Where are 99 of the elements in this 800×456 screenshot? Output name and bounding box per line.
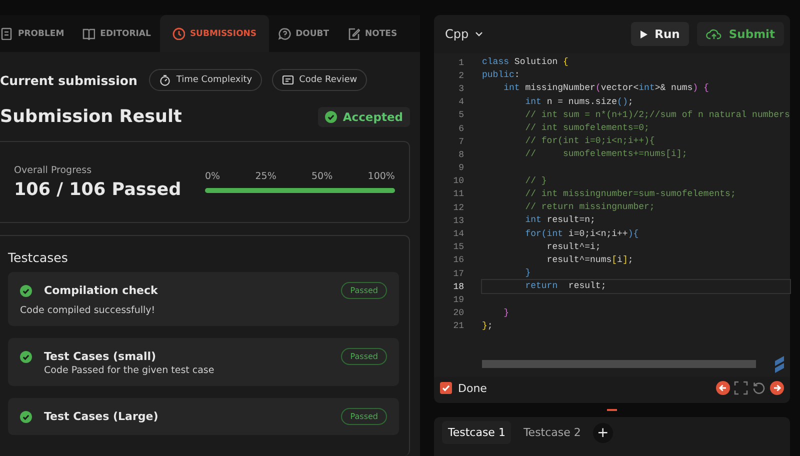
code-line[interactable]: int result=n; (482, 214, 790, 228)
checkbox[interactable] (440, 382, 452, 394)
chip-button[interactable]: Time Complexity (149, 69, 262, 91)
chat-bubble-icon (278, 27, 291, 40)
stopwatch-icon (159, 74, 172, 86)
line-number: 8 (458, 150, 464, 160)
stripes-logo-icon (772, 355, 786, 373)
line-number: 3 (458, 84, 464, 94)
line-number: 1 (458, 58, 464, 68)
submit-button[interactable]: Submit (696, 22, 784, 46)
line-number: 21 (452, 321, 464, 332)
checkmark-icon (441, 383, 451, 393)
check-circle-icon (20, 284, 32, 296)
section-heading: Current submission (0, 72, 138, 88)
status-pill: Passed (341, 282, 387, 299)
line-number: 19 (452, 294, 464, 305)
check-circle-icon (20, 350, 32, 362)
fullscreen-icon (734, 381, 748, 395)
tab[interactable]: DOUBT (268, 15, 338, 52)
code-line[interactable]: // int missingnumber=sum-sumofelements; (482, 188, 790, 201)
next-icon (770, 381, 784, 395)
cloud-upload-icon (706, 28, 722, 40)
testcase-description: Code Passed for the given test case (44, 365, 216, 376)
play-icon (640, 30, 648, 38)
language-dropdown[interactable]: Cpp (445, 27, 483, 41)
previous-icon (716, 381, 730, 395)
tick-label: 100% (368, 171, 395, 182)
result-title: Submission Result (0, 107, 182, 127)
code-line[interactable]: result^=nums[i]; (482, 254, 790, 267)
testcase-title: Compilation check (44, 284, 159, 297)
code-line[interactable]: public: (482, 69, 790, 82)
tick-label: 0% (205, 171, 220, 182)
fullscreen-button[interactable] (734, 381, 748, 395)
tab[interactable]: PROBLEM (0, 15, 74, 52)
clock-icon (172, 27, 185, 40)
code-line[interactable]: // return missingnumber; (482, 201, 790, 214)
line-number: 15 (452, 242, 464, 252)
reset-icon (752, 381, 766, 395)
note-edit-icon (347, 27, 360, 40)
line-number: 11 (452, 189, 464, 200)
check-circle-icon (324, 111, 337, 123)
line-number: 5 (458, 110, 464, 120)
code-line[interactable]: } (482, 267, 790, 280)
line-number: 16 (452, 255, 464, 266)
testcase-tab[interactable]: Testcase 2 (517, 421, 587, 444)
line-number: 12 (452, 202, 464, 213)
code-line[interactable]: // int sumofelements=0; (482, 122, 790, 136)
status-badge: Accepted (318, 107, 410, 127)
code-line[interactable]: } (482, 306, 790, 320)
line-number: 4 (458, 97, 464, 108)
run-button[interactable]: Run (630, 22, 689, 46)
code-line[interactable]: // sumofelements+=nums[i]; (482, 148, 790, 162)
checkbox-label: Done (458, 382, 487, 394)
line-number: 7 (458, 136, 464, 147)
code-line[interactable]: for(int i=0;i<n;i++){ (482, 228, 790, 241)
scrollbar[interactable] (482, 360, 756, 368)
code-line[interactable]: // for(int i=0;i<n;i++){ (482, 135, 790, 148)
testcase-title: Test Cases (Large) (44, 410, 160, 423)
code-line[interactable]: // int sum = n*(n+1)/2;//sum of n natural numbers (482, 108, 790, 122)
tab[interactable]: SUBMISSIONS (160, 15, 269, 52)
code-line[interactable]: return result; (482, 280, 790, 294)
previous-button[interactable] (716, 381, 730, 395)
chevron-down-icon (474, 31, 483, 37)
tab[interactable]: EDITORIAL (73, 15, 160, 52)
tick-label: 50% (312, 171, 333, 182)
code-line[interactable]: }; (482, 320, 790, 333)
code-line[interactable]: // } (482, 174, 790, 188)
check-circle-icon (20, 410, 32, 422)
line-number: 10 (452, 176, 464, 186)
line-number: 14 (452, 229, 464, 240)
chip-button[interactable]: Code Review (272, 69, 368, 91)
line-number: 6 (458, 124, 464, 134)
testcase-tab[interactable]: Testcase 1 (442, 421, 512, 444)
testcase-description: Code compiled successfully! (20, 305, 156, 316)
testcase-title: Test Cases (small) (44, 350, 158, 363)
line-number: 2 (458, 70, 464, 81)
code-line[interactable]: class Solution { (482, 56, 790, 70)
tick-label: 25% (255, 171, 276, 182)
book-icon (82, 27, 96, 40)
code-line[interactable]: result^=i; (482, 240, 790, 254)
add-testcase-button[interactable]: + (592, 422, 613, 442)
next-button[interactable] (770, 381, 784, 395)
line-number: 13 (452, 216, 464, 226)
section-heading: Testcases (8, 250, 69, 265)
line-number: 9 (458, 163, 464, 174)
tab[interactable]: NOTES (338, 15, 406, 52)
code-line[interactable]: int n = nums.size(); (482, 96, 790, 109)
reset-button[interactable] (752, 381, 766, 395)
line-number: 17 (452, 268, 464, 279)
resize-handle[interactable] (607, 409, 617, 411)
status-pill: Passed (341, 348, 387, 365)
status-pill: Passed (341, 408, 387, 425)
progress-summary: 106 / 106 Passed (14, 180, 182, 200)
line-number: 18 (452, 282, 464, 292)
progress-label: Overall Progress (14, 164, 93, 176)
message-square-icon (282, 74, 294, 86)
line-number: 20 (452, 308, 464, 318)
document-icon (0, 27, 13, 40)
code-line[interactable]: int missingNumber(vector<int>& nums) { (482, 82, 790, 96)
